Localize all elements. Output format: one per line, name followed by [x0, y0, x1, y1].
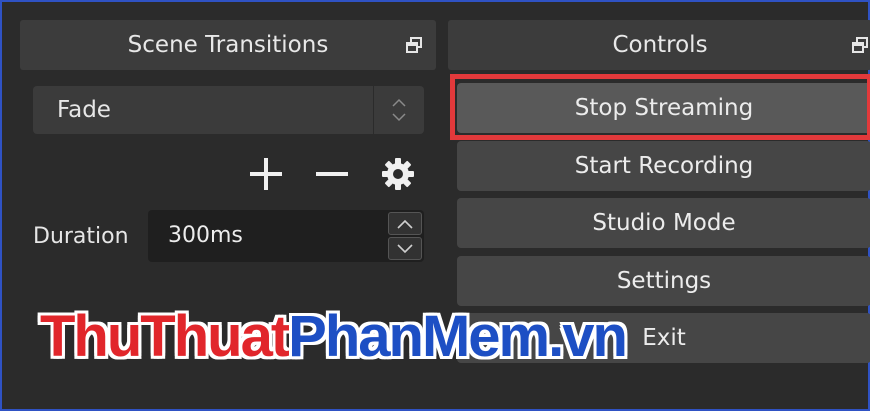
studio-mode-label: Studio Mode [592, 210, 736, 236]
start-recording-button[interactable]: Start Recording [457, 141, 870, 191]
scene-transitions-title: Scene Transitions [127, 32, 329, 58]
controls-title-bar: Controls [448, 20, 870, 70]
obs-window-frame: Scene Transitions Fade Duration 300ms Co… [0, 0, 870, 411]
chevron-updown-icon [373, 86, 424, 134]
studio-mode-button[interactable]: Studio Mode [457, 198, 870, 248]
watermark-part1: ThuThuat [40, 304, 290, 369]
remove-transition-button[interactable] [310, 152, 354, 196]
transition-select[interactable]: Fade [33, 86, 424, 134]
duration-increase-button[interactable] [388, 212, 422, 235]
minus-icon [316, 172, 348, 176]
duration-value[interactable]: 300ms [168, 210, 243, 262]
gear-icon [382, 158, 414, 190]
duration-spinbox[interactable]: 300ms [148, 210, 424, 262]
float-dock-icon[interactable] [406, 37, 422, 53]
transition-tools [242, 152, 427, 196]
duration-decrease-button[interactable] [388, 237, 422, 260]
start-recording-label: Start Recording [574, 153, 754, 179]
scene-transitions-title-bar: Scene Transitions [20, 20, 436, 70]
controls-title: Controls [612, 32, 708, 58]
duration-label: Duration [33, 224, 129, 249]
chevron-up-icon [397, 219, 413, 229]
stop-streaming-button[interactable]: Stop Streaming [457, 83, 870, 133]
settings-label: Settings [616, 268, 712, 294]
watermark-logo: ThuThuatPhanMem.vn [40, 308, 628, 366]
stop-streaming-label: Stop Streaming [574, 95, 754, 121]
plus-icon [250, 158, 282, 190]
exit-label: Exit [642, 325, 686, 351]
chevron-down-icon [397, 243, 413, 253]
add-transition-button[interactable] [244, 152, 288, 196]
transition-select-value: Fade [57, 97, 111, 123]
transition-settings-button[interactable] [376, 152, 420, 196]
float-dock-icon[interactable] [852, 37, 868, 53]
watermark-part2: PhanMem.vn [288, 304, 628, 369]
settings-button[interactable]: Settings [457, 256, 870, 306]
